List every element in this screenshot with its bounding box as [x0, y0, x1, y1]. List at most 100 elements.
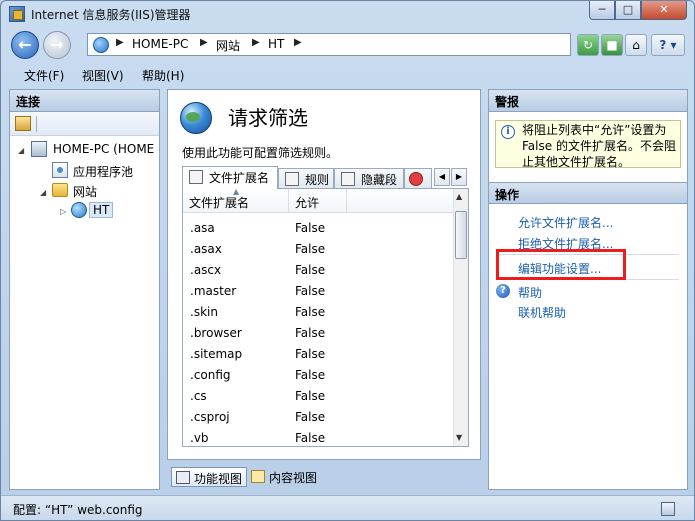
breadcrumb-arrow-icon[interactable]: ▶	[294, 37, 302, 48]
features-view-button[interactable]: 功能视图	[171, 467, 248, 487]
tree-item-server[interactable]: HOME-PC (HOME	[53, 142, 154, 156]
tree-item-app-pools[interactable]: 应用程序池	[73, 163, 133, 180]
column-label: 允许	[295, 196, 320, 210]
maximize-button[interactable]: □	[615, 1, 641, 20]
network-status-icon	[661, 502, 675, 516]
breadcrumb-arrow-icon[interactable]: ▶	[200, 37, 208, 48]
table-vertical-scrollbar[interactable]: ▲ ▼	[453, 189, 468, 446]
tab-hidden-segments[interactable]: 隐藏段	[334, 168, 404, 188]
info-icon: i	[501, 125, 515, 139]
navigation-bar: ← → ▶ HOME-PC ▶ 网站 ▶ HT ▶ ↻ ■ ⌂ ? ▾	[1, 29, 694, 61]
collapse-icon[interactable]: ◢	[40, 188, 46, 197]
column-header-allowed[interactable]: 允许	[289, 189, 347, 213]
alert-message-box: i 将阻止列表中“允许”设置为 False 的文件扩展名。不会阻止其他文件扩展名…	[495, 120, 681, 169]
connections-header: 连接	[10, 90, 159, 112]
cell-extension: .skin	[190, 305, 218, 319]
breadcrumb-arrow-icon[interactable]: ▶	[252, 37, 260, 48]
address-bar[interactable]: ▶ HOME-PC ▶ 网站 ▶ HT ▶	[87, 33, 571, 56]
scrollbar-thumb[interactable]	[455, 211, 467, 259]
table-row[interactable]: .vb False	[183, 428, 455, 446]
view-switcher: 功能视图 内容视图	[167, 465, 481, 490]
menu-file[interactable]: 文件(F)	[24, 67, 64, 84]
tab-label: 隐藏段	[361, 173, 398, 187]
cell-allowed: False	[295, 263, 326, 277]
title-bar: Internet 信息服务(IIS)管理器 ─ □ ✕	[1, 1, 694, 27]
hidden-segments-icon	[341, 172, 355, 186]
page-title: 请求筛选	[228, 106, 308, 130]
cell-allowed: False	[295, 326, 326, 340]
table-row[interactable]: .config False	[183, 365, 455, 386]
cell-extension: .sitemap	[190, 347, 243, 361]
cell-allowed: False	[295, 410, 326, 424]
back-button[interactable]: ←	[11, 31, 39, 59]
help-icon: ?	[496, 284, 510, 298]
cell-extension: .cs	[190, 389, 207, 403]
tab-label: 文件扩展名	[209, 171, 270, 185]
table-row[interactable]: .browser False	[183, 323, 455, 344]
help-link[interactable]: 帮助	[518, 284, 542, 301]
app-pool-icon	[52, 162, 68, 178]
cell-allowed: False	[295, 431, 326, 445]
content-view-button[interactable]: 内容视图	[247, 467, 321, 487]
file-extensions-table: ▲ 文件扩展名 允许 .asa False .asax False .ascx Fal…	[182, 188, 469, 447]
cell-extension: .config	[190, 368, 231, 382]
allow-extension-link[interactable]: 允许文件扩展名...	[518, 214, 613, 231]
table-header: ▲ 文件扩展名 允许	[183, 189, 455, 213]
tree-item-ht[interactable]: HT	[89, 202, 114, 218]
table-row[interactable]: .skin False	[183, 302, 455, 323]
breadcrumb-home-pc[interactable]: HOME-PC	[132, 37, 188, 51]
cell-allowed: False	[295, 389, 326, 403]
tab-scroll-right-icon[interactable]: ▶	[451, 168, 467, 186]
cell-allowed: False	[295, 347, 326, 361]
toolbar-divider	[36, 116, 37, 132]
expand-icon[interactable]: ▷	[60, 207, 66, 216]
table-row[interactable]: .cs False	[183, 386, 455, 407]
table-row[interactable]: .asax False	[183, 239, 455, 260]
site-globe-icon	[71, 202, 87, 218]
breadcrumb-arrow-icon[interactable]: ▶	[116, 37, 124, 48]
status-text: 配置: “HT” web.config	[13, 503, 143, 517]
alerts-header: 警报	[489, 90, 687, 112]
help-dropdown-icon[interactable]: ? ▾	[651, 34, 685, 56]
table-row[interactable]: .asa False	[183, 218, 455, 239]
menu-view[interactable]: 视图(V)	[82, 67, 124, 84]
actions-panel: 警报 i 将阻止列表中“允许”设置为 False 的文件扩展名。不会阻止其他文件…	[488, 89, 688, 490]
column-header-extension[interactable]: ▲ 文件扩展名	[183, 189, 289, 213]
table-row[interactable]: .master False	[183, 281, 455, 302]
home-icon[interactable]: ⌂	[625, 34, 647, 56]
menu-help[interactable]: 帮助(H)	[142, 67, 184, 84]
scroll-up-icon[interactable]: ▲	[456, 192, 462, 201]
iis-app-icon	[9, 6, 25, 22]
scroll-down-icon[interactable]: ▼	[456, 433, 462, 442]
view-tab-label: 内容视图	[269, 471, 318, 485]
tab-rules[interactable]: 规则	[278, 168, 334, 188]
column-label: 文件扩展名	[189, 196, 250, 210]
connections-toolbar	[10, 112, 159, 136]
close-button[interactable]: ✕	[641, 1, 687, 20]
cell-extension: .ascx	[190, 263, 222, 277]
table-row[interactable]: .ascx False	[183, 260, 455, 281]
cell-allowed: False	[295, 284, 326, 298]
breadcrumb-sites[interactable]: 网站	[216, 37, 240, 54]
tab-more[interactable]	[404, 168, 432, 188]
table-row[interactable]: .sitemap False	[183, 344, 455, 365]
stop-icon[interactable]: ■	[601, 34, 623, 56]
page-description: 使用此功能可配置筛选规则。	[182, 146, 339, 160]
tab-label: 规则	[305, 173, 330, 187]
breadcrumb-ht[interactable]: HT	[268, 37, 284, 51]
online-help-link[interactable]: 联机帮助	[518, 304, 566, 321]
add-connection-icon[interactable]	[15, 116, 31, 131]
tree-item-sites[interactable]: 网站	[73, 183, 97, 200]
table-row[interactable]: .csproj False	[183, 407, 455, 428]
menu-bar: 文件(F) 视图(V) 帮助(H)	[1, 63, 694, 85]
tab-scroll-left-icon[interactable]: ◀	[434, 168, 450, 186]
cell-extension: .csproj	[190, 410, 230, 424]
collapse-icon[interactable]: ◢	[18, 146, 24, 155]
features-view-icon	[176, 471, 190, 484]
document-icon	[189, 170, 203, 184]
view-tab-label: 功能视图	[194, 472, 243, 486]
forward-button[interactable]: →	[43, 31, 71, 59]
minimize-button[interactable]: ─	[589, 1, 615, 20]
refresh-icon[interactable]: ↻	[577, 34, 599, 56]
tab-file-extensions[interactable]: 文件扩展名	[182, 166, 278, 189]
